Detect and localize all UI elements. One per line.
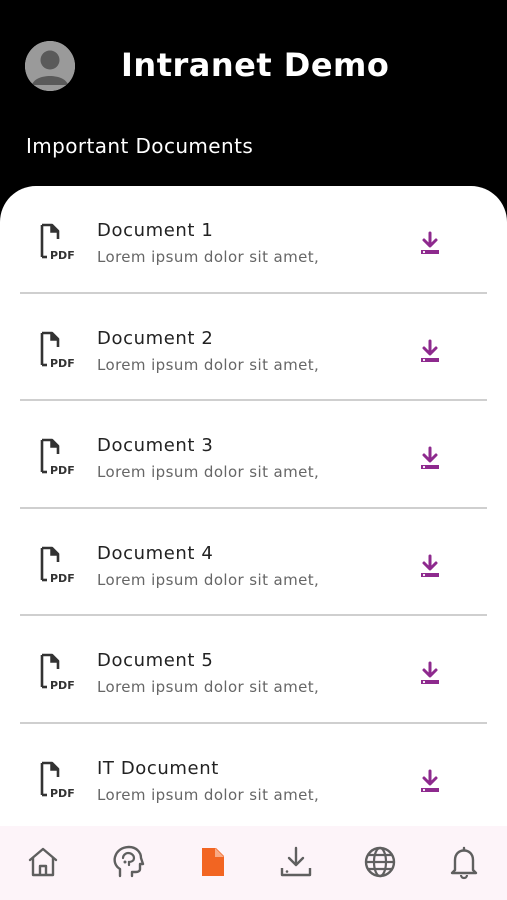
- document-title: Document 3: [97, 435, 214, 457]
- document-title: Document 4: [97, 542, 214, 564]
- document-list: PDF Document 1 Lorem ipsum dolor sit ame…: [20, 186, 487, 832]
- document-subtitle: Lorem ipsum dolor sit amet,: [97, 785, 320, 804]
- pdf-file-icon: PDF: [40, 546, 75, 585]
- app-title: Intranet Demo: [121, 46, 390, 84]
- download-icon[interactable]: [415, 768, 445, 796]
- document-subtitle: Lorem ipsum dolor sit amet,: [97, 570, 320, 589]
- avatar[interactable]: [25, 41, 75, 91]
- head-brain-icon[interactable]: [110, 844, 146, 880]
- documents-sheet: PDF Document 1 Lorem ipsum dolor sit ame…: [0, 186, 507, 900]
- pdf-file-icon: PDF: [40, 654, 75, 692]
- svg-text:PDF: PDF: [50, 249, 75, 262]
- user-avatar-icon: [25, 41, 75, 91]
- document-title: Document 2: [97, 327, 214, 349]
- list-item[interactable]: PDF Document 4 Lorem ipsum dolor sit ame…: [20, 509, 487, 617]
- svg-text:PDF: PDF: [50, 572, 75, 585]
- list-item[interactable]: PDF Document 2 Lorem ipsum dolor sit ame…: [20, 294, 487, 402]
- document-title: Document 5: [97, 650, 214, 672]
- svg-text:PDF: PDF: [50, 357, 75, 370]
- globe-icon[interactable]: [362, 844, 398, 880]
- bottom-nav: [0, 826, 507, 900]
- download-tray-icon[interactable]: [278, 844, 314, 880]
- list-item[interactable]: PDF Document 1 Lorem ipsum dolor sit ame…: [20, 186, 487, 294]
- document-title: IT Document: [97, 757, 219, 779]
- document-subtitle: Lorem ipsum dolor sit amet,: [97, 355, 320, 374]
- svg-text:PDF: PDF: [50, 679, 75, 692]
- document-subtitle: Lorem ipsum dolor sit amet,: [97, 463, 320, 482]
- document-subtitle: Lorem ipsum dolor sit amet,: [97, 678, 320, 697]
- pdf-file-icon: PDF: [40, 438, 75, 477]
- pdf-file-icon: PDF: [40, 331, 75, 370]
- download-icon[interactable]: [415, 660, 445, 688]
- list-item[interactable]: PDF Document 5 Lorem ipsum dolor sit ame…: [20, 616, 487, 724]
- svg-text:PDF: PDF: [50, 787, 75, 800]
- bell-icon[interactable]: [446, 844, 482, 880]
- document-title: Document 1: [97, 220, 214, 241]
- section-title: Important Documents: [26, 134, 254, 158]
- pdf-file-icon: PDF: [40, 761, 75, 800]
- document-icon[interactable]: [195, 844, 231, 880]
- svg-text:PDF: PDF: [50, 464, 75, 477]
- home-icon[interactable]: [25, 844, 61, 880]
- list-item[interactable]: PDF IT Document Lorem ipsum dolor sit am…: [20, 724, 487, 832]
- pdf-file-icon: PDF: [40, 223, 75, 262]
- download-icon[interactable]: [415, 338, 445, 366]
- download-icon[interactable]: [415, 230, 445, 258]
- download-icon[interactable]: [415, 445, 445, 473]
- download-icon[interactable]: [415, 553, 445, 581]
- list-item[interactable]: PDF Document 3 Lorem ipsum dolor sit ame…: [20, 401, 487, 509]
- app-header: Intranet Demo Important Documents: [0, 0, 507, 200]
- document-subtitle: Lorem ipsum dolor sit amet,: [97, 248, 320, 266]
